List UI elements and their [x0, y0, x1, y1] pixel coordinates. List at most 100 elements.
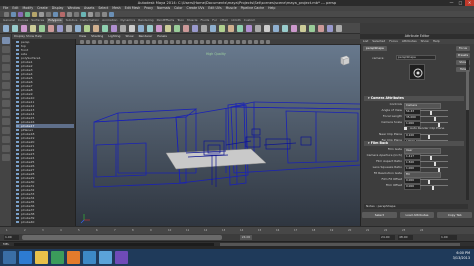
shelf-tool-icon[interactable] — [219, 25, 225, 32]
shelf-tool-icon[interactable] — [201, 25, 207, 32]
shelf-tool-icon[interactable] — [84, 25, 90, 32]
focus-button[interactable]: Focus — [456, 46, 470, 51]
outliner-item[interactable]: pCube40 — [16, 220, 74, 224]
viewport-tool-icon[interactable] — [224, 40, 228, 44]
status-line-tool-icon[interactable] — [53, 12, 58, 17]
attr-menu-selected[interactable]: Selected — [372, 39, 385, 44]
app-icon-4[interactable] — [115, 251, 128, 264]
viewport-tool-icon[interactable] — [128, 40, 132, 44]
shelf-tool-icon[interactable] — [246, 25, 252, 32]
status-line-tool-icon[interactable] — [60, 12, 65, 17]
toolbox-tool-icon[interactable] — [2, 73, 10, 80]
toolbox-tool-icon[interactable] — [2, 136, 10, 143]
attr-menu-focus[interactable]: Focus — [389, 39, 398, 44]
range-start-field[interactable]: 1.00 — [4, 235, 19, 240]
time-slider[interactable]: 1 2 3 4 5 6 7 8 9 10 11 12 13 14 15 16 17 18 19 20 21 22 23 24 — [0, 226, 474, 234]
attr-slider[interactable] — [420, 134, 448, 139]
shelf-tool-icon[interactable] — [120, 25, 126, 32]
section-camera-attributes[interactable]: Camera Attributes — [364, 96, 464, 101]
shelf-tool-icon[interactable] — [39, 25, 45, 32]
shelf-tool-icon[interactable] — [75, 25, 81, 32]
shelf-tool-icon[interactable] — [237, 25, 243, 32]
attr-slider[interactable] — [420, 167, 448, 172]
viewport-tool-icon[interactable] — [98, 40, 102, 44]
shelf-tool-icon[interactable] — [291, 25, 297, 32]
toolbox-tool-icon[interactable] — [2, 46, 10, 53]
attr-menu-attributes[interactable]: Attributes — [402, 39, 417, 44]
shelf-tool-icon[interactable] — [192, 25, 198, 32]
tab-perspShape[interactable]: perspShape — [363, 46, 387, 51]
toolbox-tool-icon[interactable] — [2, 55, 10, 62]
viewport-tool-icon[interactable] — [92, 40, 96, 44]
viewport-tool-icon[interactable] — [260, 40, 264, 44]
toolbox-tool-icon[interactable] — [2, 100, 10, 107]
shelf-tool-icon[interactable] — [138, 25, 144, 32]
status-line-tool-icon[interactable] — [11, 12, 16, 17]
viewport-tool-icon[interactable] — [116, 40, 120, 44]
shelf-tool-icon[interactable] — [129, 25, 135, 32]
viewport-tool-icon[interactable] — [86, 40, 90, 44]
ie-icon[interactable] — [19, 251, 32, 264]
viewport-tool-icon[interactable] — [200, 40, 204, 44]
current-frame-field[interactable]: 1.00 — [440, 235, 457, 240]
load-attributes-button[interactable]: Load Attributes — [399, 212, 435, 218]
shelf-tool-icon[interactable] — [30, 25, 36, 32]
shelf-tool-icon[interactable] — [147, 25, 153, 32]
viewport-tool-icon[interactable] — [110, 40, 114, 44]
attribute-editor-scrollbar[interactable] — [466, 60, 469, 200]
shelf-tool-icon[interactable] — [327, 25, 333, 32]
shelf-tool-icon[interactable] — [3, 25, 9, 32]
shelf-tool-icon[interactable] — [282, 25, 288, 32]
toolbox-tool-icon[interactable] — [2, 154, 10, 161]
viewport-tool-icon[interactable] — [248, 40, 252, 44]
viewport-tool-icon[interactable] — [152, 40, 156, 44]
toolbox-tool-icon[interactable] — [2, 109, 10, 116]
shelf-tool-icon[interactable] — [255, 25, 261, 32]
attr-slider[interactable] — [420, 110, 448, 115]
viewport-tool-icon[interactable] — [242, 40, 246, 44]
shelf-tool-icon[interactable] — [210, 25, 216, 32]
viewport-tool-icon[interactable] — [104, 40, 108, 44]
maya-icon[interactable] — [83, 251, 96, 264]
shelf-tool-icon[interactable] — [264, 25, 270, 32]
status-line-tool-icon[interactable] — [32, 12, 37, 17]
shelf-tool-icon[interactable] — [21, 25, 27, 32]
viewport-tool-icon[interactable] — [122, 40, 126, 44]
status-line-tool-icon[interactable] — [46, 12, 51, 17]
toolbox-tool-icon[interactable] — [2, 91, 10, 98]
viewport-tool-icon[interactable] — [254, 40, 258, 44]
viewport-tool-icon[interactable] — [194, 40, 198, 44]
status-line-tool-icon[interactable] — [102, 12, 107, 17]
range-bar[interactable] — [22, 235, 222, 240]
attr-slider[interactable] — [420, 122, 448, 127]
status-line-tool-icon[interactable] — [74, 12, 79, 17]
viewport-tool-icon[interactable] — [230, 40, 234, 44]
attr-slider[interactable] — [420, 185, 448, 190]
toolbox-tool-icon[interactable] — [2, 64, 10, 71]
shelf-tool-icon[interactable] — [93, 25, 99, 32]
shelf-tool-icon[interactable] — [228, 25, 234, 32]
status-line-tool-icon[interactable] — [88, 12, 93, 17]
attr-slider[interactable] — [420, 155, 448, 160]
attr-slider-knob[interactable] — [432, 185, 434, 190]
shelf-tool-icon[interactable] — [111, 25, 117, 32]
anim-end-field[interactable]: 48.00 — [398, 235, 413, 240]
shelf-tool-icon[interactable] — [156, 25, 162, 32]
viewport-tool-icon[interactable] — [266, 40, 270, 44]
copy-tab-button[interactable]: Copy Tab — [437, 212, 473, 218]
viewport-tool-icon[interactable] — [206, 40, 210, 44]
app-icon[interactable] — [51, 251, 64, 264]
attr-slider[interactable] — [420, 161, 448, 166]
shelf-tool-icon[interactable] — [165, 25, 171, 32]
folder-icon[interactable] — [35, 251, 48, 264]
node-name-field[interactable]: perspShape — [396, 55, 436, 60]
select-button[interactable]: Select — [362, 212, 397, 218]
attr-slider[interactable] — [420, 179, 448, 184]
shelf-tool-icon[interactable] — [309, 25, 315, 32]
status-line-tool-icon[interactable] — [25, 12, 30, 17]
viewport-tool-icon[interactable] — [170, 40, 174, 44]
viewport-tool-icon[interactable] — [236, 40, 240, 44]
attr-value-field[interactable]: 0.000 — [404, 183, 421, 190]
status-line-tool-icon[interactable] — [39, 12, 44, 17]
viewport-tool-icon[interactable] — [176, 40, 180, 44]
